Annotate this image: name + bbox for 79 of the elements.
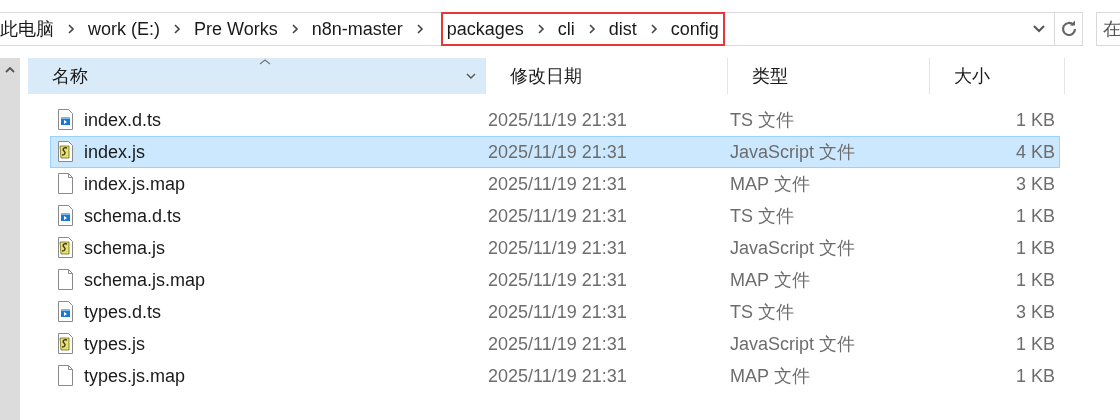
breadcrumb[interactable]: config bbox=[670, 15, 719, 43]
scroll-up-icon[interactable] bbox=[4, 66, 16, 74]
file-size: 1 KB bbox=[1014, 332, 1055, 356]
chevron-right-icon bbox=[173, 23, 181, 35]
modified-date: 2025/11/19 21:31 bbox=[488, 140, 628, 164]
dropdown-chevron-icon[interactable] bbox=[1032, 24, 1046, 34]
file-size: 1 KB bbox=[1014, 204, 1055, 228]
file-row[interactable]: types.js 2025/11/19 21:31 JavaScript 文件 1 KB bbox=[50, 328, 1060, 360]
search-field[interactable]: 在 bbox=[1096, 12, 1120, 46]
blank-file-icon bbox=[57, 269, 74, 291]
breadcrumb[interactable]: work (E:) bbox=[88, 15, 160, 43]
refresh-icon bbox=[1059, 20, 1078, 38]
chevron-right-icon bbox=[415, 23, 424, 35]
file-type: MAP 文件 bbox=[730, 268, 811, 292]
column-header[interactable]: 名称 bbox=[28, 58, 486, 94]
file-row[interactable]: types.d.ts 2025/11/19 21:31 TS 文件 3 KB bbox=[50, 296, 1060, 328]
refresh-button[interactable] bbox=[1055, 12, 1083, 46]
file-row[interactable]: index.d.ts 2025/11/19 21:31 TS 文件 1 KB bbox=[50, 104, 1060, 136]
file-type: JavaScript 文件 bbox=[730, 332, 857, 356]
file-name: schema.d.ts bbox=[84, 204, 182, 228]
breadcrumb[interactable]: 此电脑 bbox=[0, 15, 54, 43]
breadcrumb[interactable]: dist bbox=[608, 15, 637, 43]
file-row[interactable]: index.js 2025/11/19 21:31 JavaScript 文件 4 KB bbox=[50, 136, 1060, 168]
file-type: TS 文件 bbox=[730, 300, 795, 324]
file-size: 1 KB bbox=[1014, 236, 1055, 260]
file-name: types.js.map bbox=[84, 364, 186, 388]
file-type: MAP 文件 bbox=[730, 172, 811, 196]
modified-date: 2025/11/19 21:31 bbox=[488, 204, 628, 228]
modified-date: 2025/11/19 21:31 bbox=[488, 364, 628, 388]
file-size: 3 KB bbox=[1014, 172, 1055, 196]
file-size: 1 KB bbox=[1014, 108, 1055, 132]
file-type: JavaScript 文件 bbox=[730, 140, 857, 164]
file-type: JavaScript 文件 bbox=[730, 236, 857, 260]
chevron-right-icon bbox=[649, 23, 658, 35]
modified-date: 2025/11/19 21:31 bbox=[488, 332, 628, 356]
address-bar[interactable]: 此电脑 work (E:) Pre Works n8n-master packages cli dist config bbox=[0, 12, 1055, 46]
breadcrumb[interactable]: n8n-master bbox=[311, 15, 403, 43]
file-name: index.d.ts bbox=[84, 108, 162, 132]
file-size: 4 KB bbox=[1014, 140, 1055, 164]
file-row[interactable]: schema.js 2025/11/19 21:31 JavaScript 文件 1 KB bbox=[50, 232, 1060, 264]
file-name: schema.js.map bbox=[84, 268, 206, 292]
file-name: types.js bbox=[84, 332, 146, 356]
modified-date: 2025/11/19 21:31 bbox=[488, 108, 628, 132]
modified-date: 2025/11/19 21:31 bbox=[488, 268, 628, 292]
breadcrumb[interactable]: cli bbox=[557, 15, 575, 43]
dropdown-chevron-icon[interactable] bbox=[465, 72, 477, 80]
breadcrumb[interactable]: packages bbox=[446, 15, 524, 43]
script-file-icon bbox=[57, 333, 74, 355]
scrollbar[interactable] bbox=[0, 58, 20, 420]
file-size: 3 KB bbox=[1014, 300, 1055, 324]
modified-date: 2025/11/19 21:31 bbox=[488, 236, 628, 260]
modified-date: 2025/11/19 21:31 bbox=[488, 300, 628, 324]
modified-date: 2025/11/19 21:31 bbox=[488, 172, 628, 196]
file-type: TS 文件 bbox=[730, 204, 795, 228]
breadcrumb[interactable]: Pre Works bbox=[194, 15, 278, 43]
file-name: types.d.ts bbox=[84, 300, 162, 324]
chevron-right-icon bbox=[290, 23, 299, 35]
chevron-right-icon bbox=[67, 23, 75, 35]
ts-file-icon bbox=[57, 301, 74, 323]
ts-file-icon bbox=[57, 109, 74, 131]
chevron-right-icon bbox=[536, 23, 545, 35]
file-size: 1 KB bbox=[1014, 364, 1055, 388]
file-name: index.js bbox=[84, 140, 146, 164]
file-row[interactable]: schema.js.map 2025/11/19 21:31 MAP 文件 1 KB bbox=[50, 264, 1060, 296]
file-row[interactable]: schema.d.ts 2025/11/19 21:31 TS 文件 1 KB bbox=[50, 200, 1060, 232]
file-row[interactable]: index.js.map 2025/11/19 21:31 MAP 文件 3 KB bbox=[50, 168, 1060, 200]
chevron-right-icon bbox=[587, 23, 596, 35]
file-size: 1 KB bbox=[1014, 268, 1055, 292]
file-row[interactable]: types.js.map 2025/11/19 21:31 MAP 文件 1 KB bbox=[50, 360, 1060, 392]
file-type: MAP 文件 bbox=[730, 364, 811, 388]
script-file-icon bbox=[57, 237, 74, 259]
blank-file-icon bbox=[57, 365, 74, 387]
script-file-icon bbox=[57, 141, 74, 163]
file-type: TS 文件 bbox=[730, 108, 795, 132]
ts-file-icon bbox=[57, 205, 74, 227]
file-name: schema.js bbox=[84, 236, 166, 260]
blank-file-icon bbox=[57, 173, 74, 195]
file-name: index.js.map bbox=[84, 172, 186, 196]
sort-ascending-icon bbox=[258, 58, 272, 66]
